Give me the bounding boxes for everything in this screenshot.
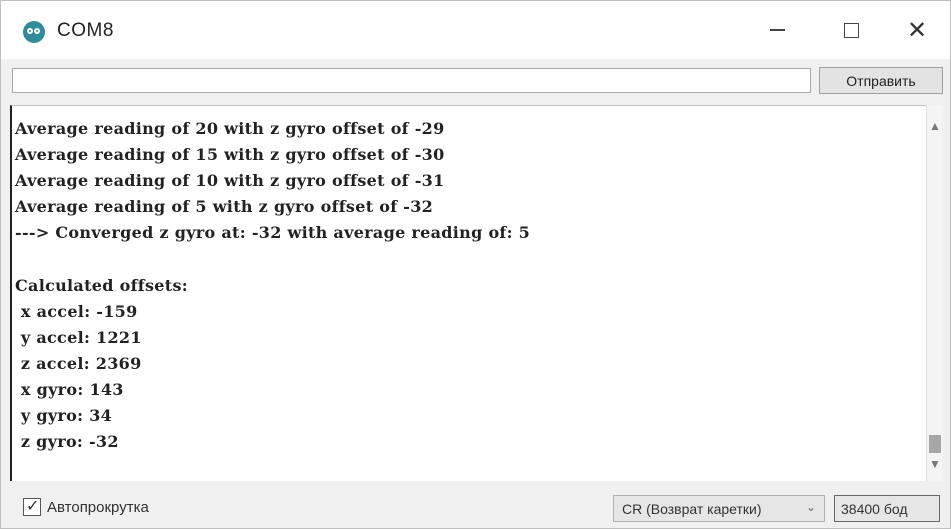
vertical-scrollbar[interactable]: ▲ ▼ xyxy=(926,105,942,481)
serial-output[interactable]: Average reading of 20 with z gyro offset… xyxy=(10,105,942,481)
output-line: ---> Converged z gyro at: -32 with avera… xyxy=(15,223,531,243)
scroll-thumb[interactable] xyxy=(929,435,941,453)
close-icon: ✕ xyxy=(906,16,928,44)
output-line: Average reading of 15 with z gyro offset… xyxy=(15,145,445,165)
line-ending-select[interactable]: CR (Возврат каретки) ⌄ xyxy=(613,495,825,522)
checkmark-icon: ✓ xyxy=(26,496,40,515)
output-line: Average reading of 5 with z gyro offset … xyxy=(15,197,434,217)
output-line: y gyro: 34 xyxy=(15,406,113,426)
scroll-up-icon[interactable]: ▲ xyxy=(929,119,941,133)
serial-monitor-window: COM8 ✕ Отправить Average reading of 20 w… xyxy=(0,0,951,529)
send-row: Отправить xyxy=(1,59,950,105)
minimize-icon xyxy=(769,29,785,31)
output-lines: Average reading of 20 with z gyro offset… xyxy=(15,116,530,455)
window-title: COM8 xyxy=(57,20,114,41)
output-line: Calculated offsets: xyxy=(15,275,188,295)
maximize-icon xyxy=(843,22,859,38)
scroll-down-icon[interactable]: ▼ xyxy=(929,457,941,471)
output-line: x gyro: 143 xyxy=(15,379,124,399)
line-ending-value: CR (Возврат каретки) xyxy=(622,500,762,517)
autoscroll-checkbox[interactable]: ✓ xyxy=(23,496,41,516)
bottom-bar: ✓ Автопрокрутка CR (Возврат каретки) ⌄ 3… xyxy=(1,481,950,528)
baud-rate-select[interactable]: 38400 бод xyxy=(834,495,940,522)
output-line: Average reading of 10 with z gyro offset… xyxy=(15,171,445,191)
output-line: Average reading of 20 with z gyro offset… xyxy=(15,119,445,138)
maximize-button[interactable] xyxy=(821,1,881,59)
output-line: z gyro: -32 xyxy=(15,432,119,452)
autoscroll-label: Автопрокрутка xyxy=(47,499,149,516)
output-line: z accel: 2369 xyxy=(15,353,142,373)
title-bar: COM8 ✕ xyxy=(1,1,950,59)
send-button[interactable]: Отправить xyxy=(819,67,943,94)
arduino-icon xyxy=(23,21,45,43)
close-button[interactable]: ✕ xyxy=(887,1,947,59)
baud-rate-value: 38400 бод xyxy=(841,500,908,517)
chevron-down-icon: ⌄ xyxy=(805,500,816,514)
output-line: x accel: -159 xyxy=(15,301,138,321)
output-line: y accel: 1221 xyxy=(15,327,142,347)
serial-input[interactable] xyxy=(12,68,811,93)
minimize-button[interactable] xyxy=(747,1,807,59)
